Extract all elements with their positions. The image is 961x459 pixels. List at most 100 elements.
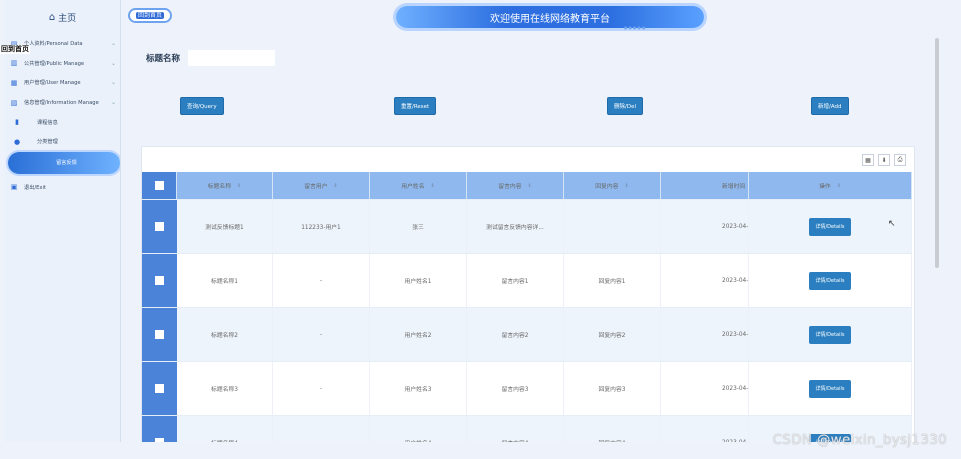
- time-cell: 2023-04-20 1: [661, 254, 749, 307]
- sort-icon: ⇕: [527, 182, 532, 189]
- chevron-down-icon: ⌄: [110, 59, 116, 67]
- title-cell: 标题名称1: [177, 254, 273, 307]
- row-checkbox[interactable]: [155, 276, 164, 285]
- details-button[interactable]: 详情/Details: [809, 271, 851, 290]
- sidebar-item-public-manage[interactable]: ▥ 公共管理/Public Manage ⌄: [5, 54, 120, 74]
- bookmark-icon: ▮: [15, 118, 19, 127]
- sidebar-item-label: 课程信息: [37, 119, 58, 126]
- sort-icon: ⇕: [430, 182, 435, 189]
- time-cell: 2023-04-20 1: [661, 362, 749, 415]
- reply-cell: 回复内容3: [564, 362, 661, 415]
- columns-icon[interactable]: ▦: [862, 154, 874, 166]
- vertical-scrollbar[interactable]: [935, 38, 939, 268]
- sidebar-item-feedback[interactable]: 留言反馈: [8, 151, 120, 174]
- sort-icon: ⇕: [624, 182, 629, 189]
- page-title: 欢迎使用在线网络教育平台: [396, 6, 704, 28]
- print-icon[interactable]: ⎙: [894, 154, 906, 166]
- info-icon: ▧: [10, 98, 18, 107]
- column-header[interactable]: 用户姓名 ⇕: [370, 172, 467, 199]
- table-row: 测试反馈标题1 112233-用户1 张三 测试留言反馈内容详... 2023-…: [142, 200, 912, 254]
- user-cell: -: [273, 254, 370, 307]
- select-all-cell: [142, 172, 177, 199]
- table-header: 标题名称 ⇕ 留言用户 ⇕ 用户姓名 ⇕ 留言内容 ⇕ 回复内容 ⇕ 新增时间 操作 ⇕: [142, 172, 912, 200]
- row-select-cell: [142, 362, 177, 415]
- user-cell: -: [273, 308, 370, 361]
- row-select-cell: [142, 308, 177, 361]
- column-header-label: 留言用户: [304, 184, 328, 190]
- actions-cell: 详情/Details: [749, 254, 912, 307]
- export-icon[interactable]: ⬇: [878, 154, 890, 166]
- column-header[interactable]: 标题名称 ⇕: [177, 172, 273, 199]
- data-table: 标题名称 ⇕ 留言用户 ⇕ 用户姓名 ⇕ 留言内容 ⇕ 回复内容 ⇕ 新增时间 操作 ⇕ 测…: [142, 172, 912, 442]
- row-checkbox[interactable]: [155, 384, 164, 393]
- column-header[interactable]: 留言用户 ⇕: [273, 172, 370, 199]
- column-header-label: 操作: [819, 184, 831, 190]
- document-icon: ▥: [10, 59, 18, 68]
- title-cell: 标题名称2: [177, 308, 273, 361]
- user-icon: ●: [13, 137, 21, 146]
- content-cell: 留言内容3: [467, 362, 564, 415]
- search-input[interactable]: [188, 50, 276, 66]
- delete-button[interactable]: 删除/Del: [607, 97, 644, 115]
- table-card: ▦ ⬇ ⎙ 标题名称 ⇕ 留言用户 ⇕ 用户姓名 ⇕ 留言内容 ⇕ 回复内容 ⇕ 新增时间…: [141, 146, 915, 442]
- sidebar-item-label: 留言反馈: [56, 160, 77, 167]
- actions-cell: 详情/Details: [749, 308, 912, 361]
- main-content: 标题名称 查询/Query 重置/Reset 删除/Del 新增/Add ▦ ⬇…: [121, 34, 940, 442]
- app-window: ⌂ 主页 ▤ 个人资料/Personal Data ⌄ ▥ 公共管理/Publi…: [0, 0, 961, 459]
- search-bar: 标题名称: [146, 50, 276, 66]
- sidebar-item-label: 个人资料/Personal Data: [24, 41, 83, 48]
- decoration-dots: ●●●●●: [624, 25, 647, 30]
- sidebar-item-information-manage[interactable]: ▧ 信息管理/Information Manage ⌄: [5, 93, 120, 113]
- sidebar-item-label: 公共管理/Public Manage: [24, 60, 85, 67]
- sidebar-item-label: 分类管理: [37, 139, 58, 146]
- column-header-label: 用户姓名: [401, 184, 425, 190]
- breadcrumb-home[interactable]: 回到首页: [136, 12, 165, 19]
- name-cell: 用户姓名2: [370, 308, 467, 361]
- sidebar-item-user-manage[interactable]: ▦ 用户管理/User Manage ⌄: [5, 73, 120, 93]
- details-button[interactable]: 详情/Details: [809, 325, 851, 344]
- column-header-label: 留言内容: [498, 184, 522, 190]
- reply-cell: 回复内容1: [564, 254, 661, 307]
- title-cell: 标题名称3: [177, 362, 273, 415]
- column-header: 操作 ⇕: [749, 172, 912, 199]
- time-cell: 2023-04-20 1: [661, 308, 749, 361]
- select-all-checkbox[interactable]: [154, 181, 164, 190]
- sidebar-item-course-info[interactable]: ▮ 课程信息: [5, 112, 120, 132]
- reset-button[interactable]: 重置/Reset: [394, 97, 437, 115]
- page-title-text: 欢迎使用在线网络教育平台: [490, 13, 610, 25]
- watermark: CSDN @weixin_bysj1330: [772, 432, 947, 448]
- sort-icon: ⇕: [836, 182, 841, 189]
- title-cell: 标题名称4: [177, 416, 273, 442]
- column-header[interactable]: 回复内容 ⇕: [564, 172, 661, 199]
- user-cell: -: [273, 362, 370, 415]
- breadcrumb[interactable]: 回到首页: [128, 8, 173, 23]
- content-cell: 留言内容2: [467, 308, 564, 361]
- query-button[interactable]: 查询/Query: [180, 97, 224, 115]
- sidebar-item-exit[interactable]: ▣ 退出/Exit: [5, 178, 120, 198]
- column-header[interactable]: 新增时间: [661, 172, 749, 199]
- row-checkbox[interactable]: [155, 222, 164, 231]
- search-label: 标题名称: [146, 54, 181, 64]
- column-header[interactable]: 留言内容 ⇕: [467, 172, 564, 199]
- sidebar: ⌂ 主页 ▤ 个人资料/Personal Data ⌄ ▥ 公共管理/Publi…: [5, 0, 121, 442]
- table-row: 标题名称1 - 用户姓名1 留言内容1 回复内容1 2023-04-20 1 详…: [142, 254, 912, 308]
- time-cell: 2023-04-20 1: [661, 416, 749, 442]
- chevron-down-icon: ⌄: [110, 99, 116, 107]
- chevron-down-icon: ⌄: [110, 40, 116, 48]
- table-row: 标题名称2 - 用户姓名2 留言内容2 回复内容2 2023-04-20 1 详…: [142, 308, 912, 362]
- sidebar-item-label: 用户管理/User Manage: [24, 80, 81, 87]
- row-checkbox[interactable]: [155, 330, 164, 339]
- add-button[interactable]: 新增/Add: [811, 97, 849, 115]
- title-cell: 测试反馈标题1: [177, 200, 273, 253]
- sidebar-item-category-manage[interactable]: ● 分类管理: [5, 132, 120, 152]
- row-checkbox[interactable]: [155, 438, 164, 442]
- reply-cell: [564, 200, 661, 253]
- details-button[interactable]: 详情/Details: [809, 217, 851, 236]
- exit-icon: ▣: [10, 183, 18, 192]
- sort-icon: ⇕: [237, 182, 242, 189]
- details-button[interactable]: 详情/Details: [809, 379, 851, 398]
- home-icon: ⌂: [48, 11, 56, 23]
- table-row: 标题名称3 - 用户姓名3 留言内容3 回复内容3 2023-04-20 1 详…: [142, 362, 912, 416]
- sidebar-home[interactable]: ⌂ 主页: [5, 0, 120, 34]
- row-select-cell: [142, 416, 177, 442]
